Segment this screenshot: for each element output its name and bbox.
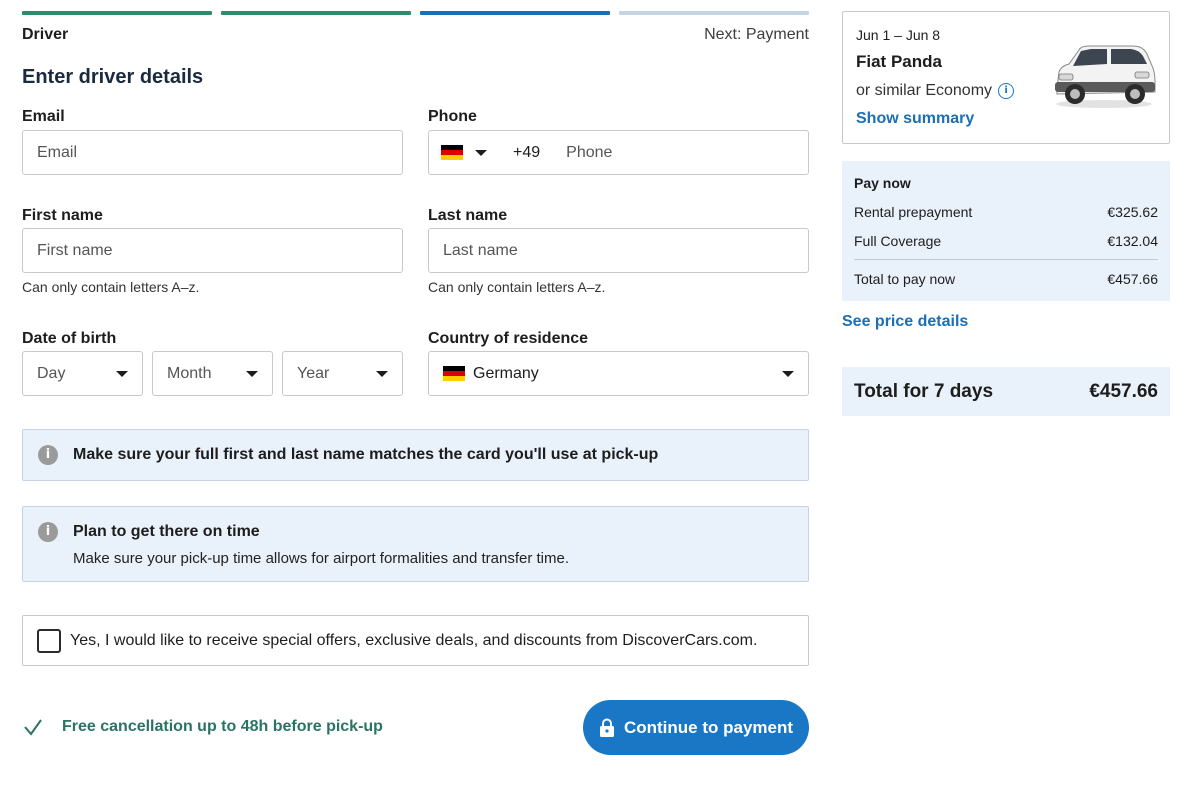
- first-name-hint: Can only contain letters A–z.: [22, 279, 200, 295]
- car-category: or similar Economy i: [856, 82, 1015, 100]
- email-field[interactable]: [37, 143, 388, 162]
- email-field-wrapper: [22, 130, 403, 175]
- marketing-consent-checkbox[interactable]: [37, 628, 61, 653]
- current-step-label: Driver: [22, 26, 69, 43]
- lock-icon: [599, 718, 614, 737]
- on-time-notice-title: Plan to get there on time: [73, 523, 260, 540]
- country-label: Country of residence: [428, 330, 589, 347]
- last-name-field-wrapper: [428, 228, 809, 273]
- price-row-label: Rental prepayment: [854, 204, 973, 220]
- chevron-down-icon: [475, 149, 487, 156]
- phone-dial-code: +49: [513, 143, 541, 161]
- progress-segment-4: [619, 11, 809, 15]
- dob-month-select[interactable]: Month: [152, 351, 273, 396]
- first-name-label: First name: [22, 207, 103, 224]
- free-cancellation-note: Free cancellation up to 48h before pick-…: [22, 716, 383, 738]
- chevron-down-icon: [782, 370, 794, 377]
- price-row-amount: €132.04: [1107, 233, 1158, 249]
- progress-segment-2: [221, 11, 411, 15]
- step-indicator: Driver Next: Payment: [22, 26, 809, 44]
- car-image: [1055, 45, 1156, 108]
- last-name-hint: Can only contain letters A–z.: [428, 279, 606, 295]
- phone-field-wrapper: +49: [428, 130, 809, 175]
- name-match-notice: i Make sure your full first and last nam…: [22, 429, 809, 481]
- country-select[interactable]: Germany: [428, 351, 809, 396]
- free-cancellation-text: Free cancellation up to 48h before pick-…: [62, 718, 383, 735]
- dob-label: Date of birth: [22, 330, 117, 347]
- price-row-amount: €325.62: [1107, 204, 1158, 220]
- chevron-down-icon: [376, 370, 388, 377]
- show-summary-link[interactable]: Show summary: [856, 110, 974, 128]
- dob-month-value: Month: [167, 364, 212, 382]
- pay-now-header: Pay now: [854, 175, 911, 191]
- booking-summary-card: Jun 1 – Jun 8 Fiat Panda or similar Econ…: [842, 11, 1170, 144]
- info-icon[interactable]: i: [998, 83, 1015, 99]
- checkmark-icon: [24, 719, 42, 736]
- chevron-down-icon: [246, 370, 258, 377]
- marketing-consent[interactable]: Yes, I would like to receive special off…: [22, 615, 809, 666]
- next-step-label: Next: Payment: [704, 26, 809, 43]
- on-time-notice: i Plan to get there on time Make sure yo…: [22, 506, 809, 582]
- chevron-down-icon: [116, 370, 128, 377]
- phone-label: Phone: [428, 108, 477, 125]
- dob-year-select[interactable]: Year: [282, 351, 403, 396]
- country-value: Germany: [473, 364, 539, 382]
- page-title: Enter driver details: [22, 66, 204, 88]
- price-row-total-pay-now: Total to pay now €457.66: [854, 271, 1158, 287]
- info-icon: i: [38, 445, 58, 465]
- name-match-notice-text: Make sure your full first and last name …: [73, 446, 659, 463]
- divider: [854, 259, 1158, 260]
- total-label: Total for 7 days: [854, 380, 994, 402]
- phone-country-code-select[interactable]: [441, 145, 487, 160]
- phone-field[interactable]: [566, 143, 796, 162]
- dob-day-select[interactable]: Day: [22, 351, 143, 396]
- continue-to-payment-button[interactable]: Continue to payment: [583, 700, 809, 755]
- progress-segment-1: [22, 11, 212, 15]
- dob-year-value: Year: [297, 364, 330, 382]
- checkout-progress-bar: [22, 11, 809, 15]
- dob-day-value: Day: [37, 364, 66, 382]
- info-icon: i: [38, 522, 58, 542]
- price-row-label: Total to pay now: [854, 271, 956, 287]
- germany-flag-icon: [443, 366, 465, 381]
- car-model: Fiat Panda: [856, 52, 942, 71]
- price-row-rental-prepayment: Rental prepayment €325.62: [854, 204, 1158, 220]
- total-amount: €457.66: [1089, 380, 1158, 402]
- continue-to-payment-label: Continue to payment: [623, 717, 794, 737]
- see-price-details-link[interactable]: See price details: [842, 313, 968, 331]
- first-name-field[interactable]: [37, 241, 388, 260]
- last-name-label: Last name: [428, 207, 508, 224]
- rental-dates: Jun 1 – Jun 8: [856, 27, 941, 43]
- germany-flag-icon: [441, 145, 463, 160]
- last-name-field[interactable]: [443, 241, 794, 260]
- first-name-field-wrapper: [22, 228, 403, 273]
- pay-now-breakdown: Pay now Rental prepayment €325.62 Full C…: [842, 161, 1170, 301]
- price-row-label: Full Coverage: [854, 233, 942, 249]
- car-category-text: or similar Economy: [856, 82, 993, 99]
- progress-segment-3: [420, 11, 610, 15]
- marketing-consent-label: Yes, I would like to receive special off…: [70, 631, 758, 649]
- price-row-amount: €457.66: [1107, 271, 1158, 287]
- total-price-box: Total for 7 days €457.66: [842, 367, 1170, 416]
- email-label: Email: [22, 108, 65, 125]
- price-row-full-coverage: Full Coverage €132.04: [854, 233, 1158, 249]
- on-time-notice-body: Make sure your pick-up time allows for a…: [73, 550, 570, 567]
